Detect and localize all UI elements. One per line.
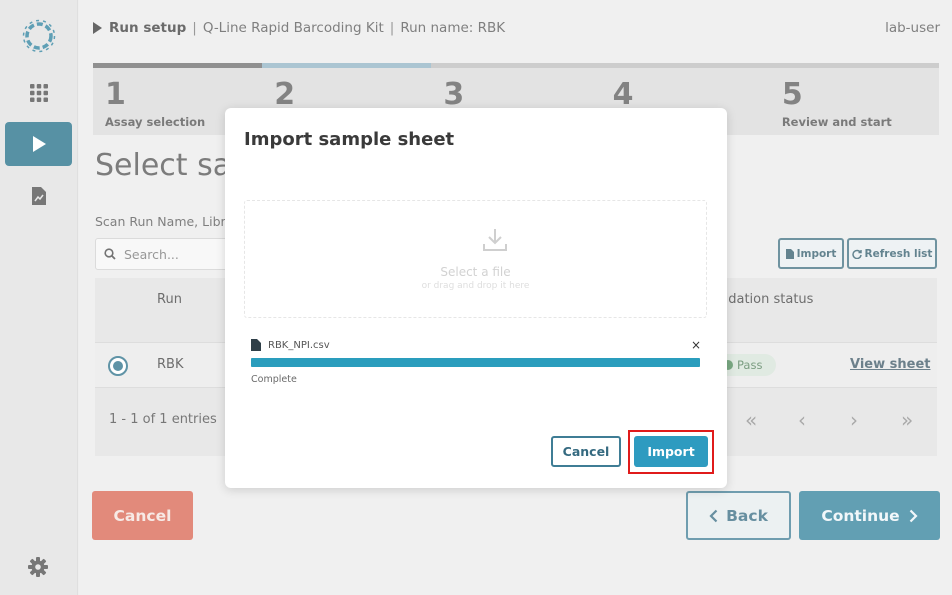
upload-progress-bar [251, 358, 700, 367]
uploaded-file: RBK_NPI.csv × [251, 337, 701, 353]
dialog-title: Import sample sheet [244, 129, 455, 150]
dropzone-title: Select a file [440, 265, 511, 279]
remove-file-button[interactable]: × [691, 338, 701, 352]
import-sample-sheet-dialog: Import sample sheet Select a file or dra… [225, 108, 727, 488]
file-name: RBK_NPI.csv [268, 339, 330, 351]
upload-status: Complete [251, 374, 297, 385]
upload-progress-fill [251, 358, 700, 367]
dialog-cancel-button[interactable]: Cancel [551, 436, 621, 467]
file-dropzone[interactable]: Select a file or drag and drop it here [244, 200, 707, 318]
file-icon [251, 339, 261, 351]
dropzone-subtitle: or drag and drop it here [421, 281, 530, 291]
dialog-import-button[interactable]: Import [634, 436, 708, 467]
download-tray-icon [483, 229, 507, 251]
